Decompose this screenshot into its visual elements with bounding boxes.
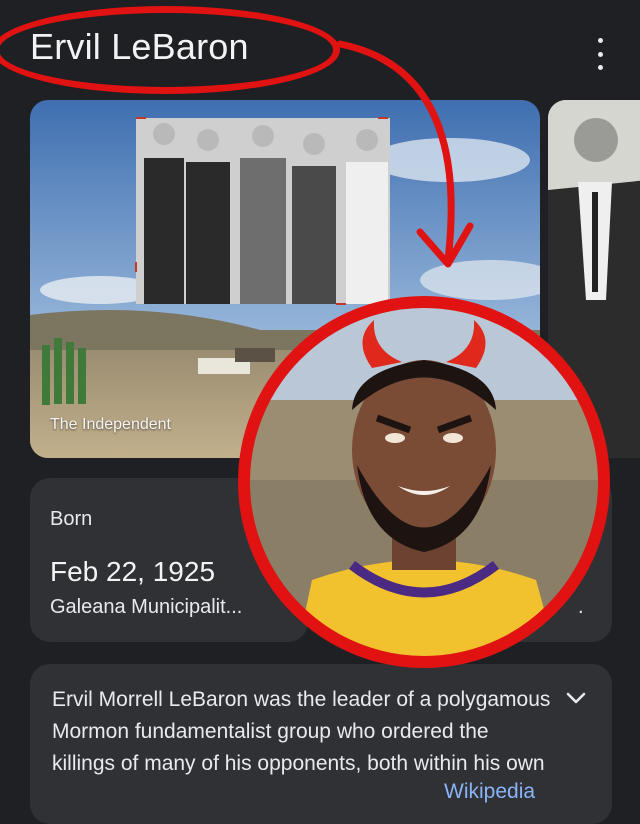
overlay-meme-image xyxy=(232,290,616,674)
more-vert-icon[interactable] xyxy=(590,38,610,70)
chevron-down-icon[interactable] xyxy=(564,686,588,710)
born-label: Born xyxy=(50,508,93,530)
devil-face-illustration xyxy=(238,296,610,668)
born-date: Feb 22, 1925 xyxy=(50,556,216,587)
description-text: Ervil Morrell LeBaron was the leader of … xyxy=(52,688,551,775)
wikipedia-link[interactable]: Wikipedia xyxy=(432,780,536,804)
born-place: Galeana Municipalit... xyxy=(50,596,243,618)
red-annotation-oval xyxy=(0,6,340,94)
image-source-label: The Independent xyxy=(50,416,171,433)
description-card[interactable]: Ervil Morrell LeBaron was the leader of … xyxy=(30,664,612,824)
